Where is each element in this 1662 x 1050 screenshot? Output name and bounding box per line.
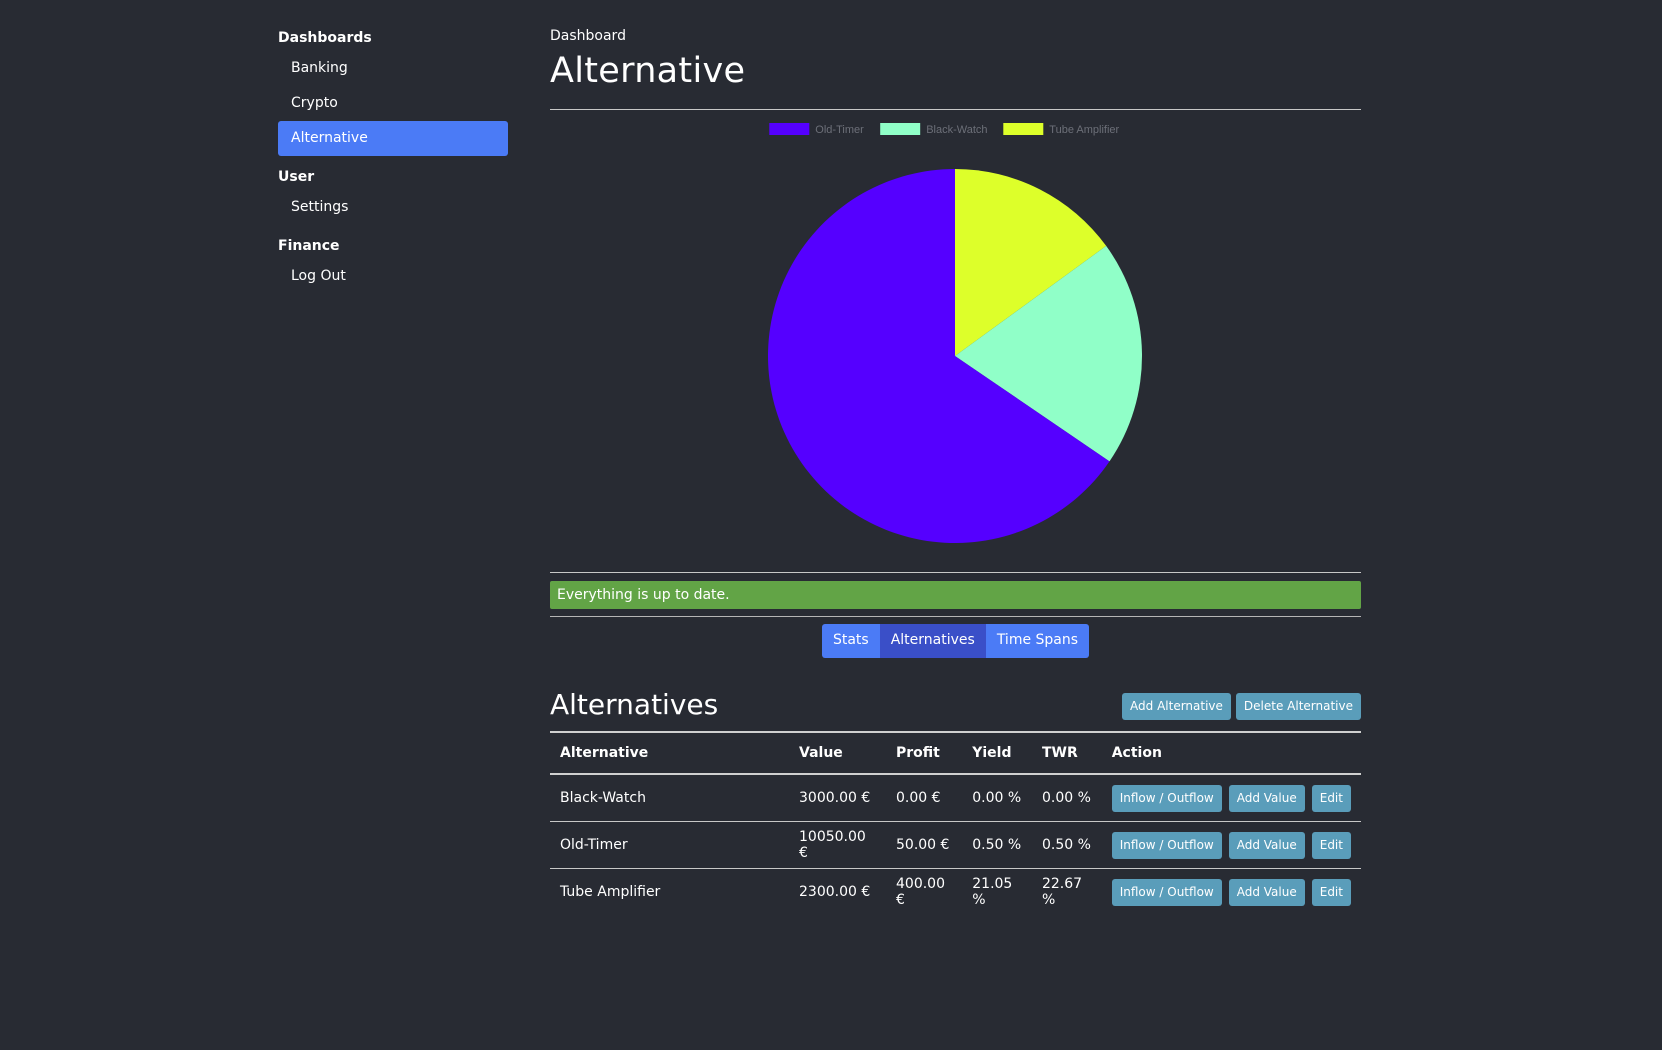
column-header-profit: Profit [896, 745, 940, 761]
delete-alternative-button[interactable]: Delete Alternative [1235, 693, 1361, 720]
cell-yield: 21.05 % [972, 876, 1013, 908]
sidebar-item-alternative[interactable]: Alternative [278, 121, 508, 156]
sidebar-section-dashboards: Dashboards Banking Crypto Alternative [278, 26, 508, 156]
edit-button[interactable]: Edit [1311, 831, 1351, 859]
legend-swatch-old-timer[interactable] [769, 123, 810, 135]
table-header-row: Alternative Value Profit Yield TWR Actio… [550, 732, 1361, 774]
edit-button[interactable]: Edit [1311, 784, 1351, 812]
cell-profit: 400.00 € [896, 876, 945, 908]
legend-swatch-tube-amplifier[interactable] [1003, 123, 1044, 135]
cell-actions: Inflow / Outflow Add Value Edit [1102, 869, 1361, 916]
pie-chart-svg: Old-Timer Black-Watch Tube Amplifier [768, 123, 1142, 543]
sidebar-item-logout[interactable]: Log Out [278, 259, 508, 294]
pie-chart: Old-Timer Black-Watch Tube Amplifier [550, 110, 1361, 572]
cell-value: 2300.00 € [799, 884, 871, 900]
tab-stats[interactable]: Stats [821, 624, 880, 658]
cell-yield: 0.00 % [972, 790, 1022, 806]
table-row: Old-Timer 10050.00 € 50.00 € 0.50 % 0.50… [550, 822, 1361, 869]
add-value-button[interactable]: Add Value [1228, 878, 1305, 906]
legend-label-black-watch[interactable]: Black-Watch [926, 124, 987, 136]
sidebar-section-finance: Finance Log Out [278, 234, 508, 294]
cell-profit: 50.00 € [896, 837, 950, 853]
divider [550, 572, 1361, 573]
section-title: Alternatives [550, 688, 719, 721]
cell-twr: 22.67 % [1041, 876, 1083, 908]
tab-time-spans[interactable]: Time Spans [985, 624, 1090, 658]
sidebar-heading-finance: Finance [278, 238, 340, 254]
inflow-outflow-button[interactable]: Inflow / Outflow [1111, 878, 1222, 906]
row-actions: Inflow / Outflow Add Value Edit [1111, 878, 1351, 906]
header-buttons: Add Alternative Delete Alternative [1122, 693, 1361, 720]
add-value-button[interactable]: Add Value [1228, 831, 1305, 859]
cell-twr: 0.50 % [1041, 837, 1091, 853]
cell-yield: 0.50 % [972, 837, 1022, 853]
sidebar-item-banking[interactable]: Banking [278, 51, 508, 86]
cell-name: Tube Amplifier [560, 884, 661, 900]
legend-label-old-timer[interactable]: Old-Timer [815, 124, 864, 136]
table-header: Alternative Value Profit Yield TWR Actio… [550, 732, 1361, 774]
cell-value: 10050.00 € [799, 829, 866, 861]
column-header-twr: TWR [1041, 745, 1078, 761]
table-row: Tube Amplifier 2300.00 € 400.00 € 21.05 … [550, 869, 1361, 916]
column-header-yield: Yield [972, 745, 1012, 761]
inflow-outflow-button[interactable]: Inflow / Outflow [1111, 831, 1222, 859]
legend-label-tube-amplifier[interactable]: Tube Amplifier [1049, 124, 1119, 136]
column-header-value: Value [799, 745, 843, 761]
tab-alternatives[interactable]: Alternatives [879, 624, 986, 658]
inflow-outflow-button[interactable]: Inflow / Outflow [1111, 784, 1222, 812]
legend-swatch-black-watch[interactable] [880, 123, 921, 135]
table-row: Black-Watch 3000.00 € 0.00 € 0.00 % 0.00… [550, 774, 1361, 822]
add-value-button[interactable]: Add Value [1228, 784, 1305, 812]
cell-actions: Inflow / Outflow Add Value Edit [1102, 774, 1361, 822]
edit-button[interactable]: Edit [1311, 878, 1351, 906]
cell-value: 3000.00 € [799, 790, 871, 806]
sidebar-heading-dashboards: Dashboards [278, 30, 372, 46]
row-actions: Inflow / Outflow Add Value Edit [1111, 784, 1351, 812]
cell-twr: 0.00 % [1041, 790, 1091, 806]
breadcrumb: Dashboard [550, 28, 626, 44]
page: Dashboards Banking Crypto Alternative Us… [0, 0, 1662, 1050]
sidebar: Dashboards Banking Crypto Alternative Us… [278, 26, 508, 303]
table-body: Black-Watch 3000.00 € 0.00 € 0.00 % 0.00… [550, 774, 1361, 915]
cell-profit: 0.00 € [896, 790, 941, 806]
column-header-action: Action [1111, 745, 1162, 761]
cell-actions: Inflow / Outflow Add Value Edit [1102, 822, 1361, 869]
cell-name: Old-Timer [560, 837, 628, 853]
column-header-alternative: Alternative [560, 745, 649, 761]
sidebar-heading-user: User [278, 169, 315, 185]
status-alert: Everything is up to date. [550, 581, 1361, 609]
divider [550, 616, 1361, 617]
main-content: Dashboard Alternative Old-Timer Black-Wat… [550, 26, 1361, 915]
row-actions: Inflow / Outflow Add Value Edit [1111, 831, 1351, 859]
sidebar-section-user: User Settings [278, 165, 508, 225]
sidebar-item-settings[interactable]: Settings [278, 190, 508, 225]
add-alternative-button[interactable]: Add Alternative [1122, 693, 1231, 720]
sidebar-item-crypto[interactable]: Crypto [278, 86, 508, 121]
tab-group: Stats Alternatives Time Spans [821, 624, 1090, 658]
alternatives-header: Alternatives Add Alternative Delete Alte… [550, 685, 1361, 725]
alternatives-table: Alternative Value Profit Yield TWR Actio… [550, 731, 1361, 915]
page-title: Alternative [550, 51, 746, 91]
cell-name: Black-Watch [560, 790, 646, 806]
view-tabs: Stats Alternatives Time Spans [550, 624, 1361, 658]
